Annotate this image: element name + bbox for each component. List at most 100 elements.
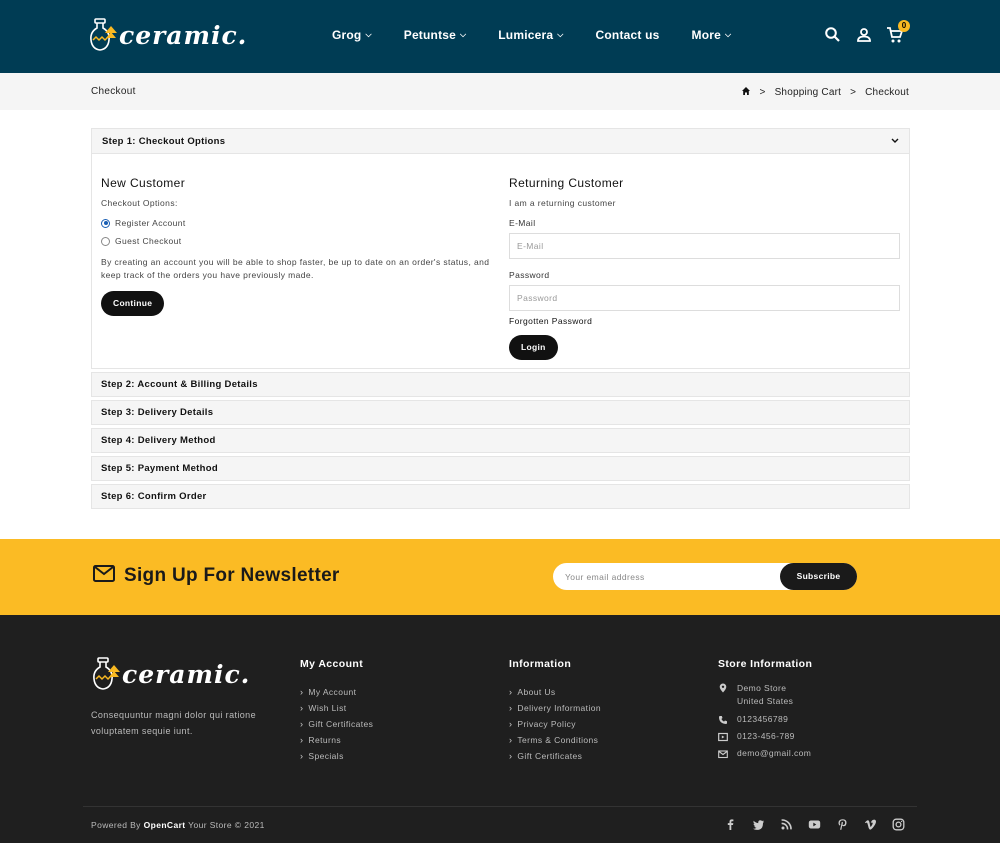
header-icons: 0 bbox=[824, 20, 917, 44]
new-customer-heading: New Customer bbox=[101, 176, 186, 190]
vase-logo-icon bbox=[93, 657, 120, 690]
step-5-header[interactable]: Step 5: Payment Method bbox=[91, 456, 910, 481]
password-label: Password bbox=[509, 270, 550, 280]
checkout-accordion: Step 1: Checkout Options New Customer Ch… bbox=[91, 128, 910, 509]
nav-item-grog[interactable]: Grog ⌵ bbox=[332, 28, 372, 42]
breadcrumb-link-checkout[interactable]: Checkout bbox=[865, 87, 909, 98]
forgotten-password-link[interactable]: Forgotten Password bbox=[509, 316, 901, 326]
logo-text: ceramic. bbox=[119, 20, 248, 50]
new-customer-description: By creating an account you will be able … bbox=[101, 257, 490, 280]
subscribe-button[interactable]: Subscribe bbox=[780, 563, 857, 590]
cart-icon[interactable]: 0 bbox=[886, 20, 910, 44]
breadcrumb: > Shopping Cart > Checkout bbox=[741, 86, 909, 99]
instagram-icon[interactable] bbox=[892, 818, 905, 831]
footer-my-account: My Account › My Account › Wish List › Gift … bbox=[300, 658, 373, 764]
login-button[interactable]: Login bbox=[509, 335, 558, 360]
social-links bbox=[724, 818, 920, 831]
nav-item-petuntse[interactable]: Petuntse ⌵ bbox=[404, 28, 467, 42]
nav-item-more[interactable]: More ⌵ bbox=[692, 28, 732, 42]
home-icon[interactable] bbox=[741, 86, 751, 99]
user-icon[interactable] bbox=[855, 26, 873, 44]
fax-icon bbox=[718, 732, 728, 742]
chevron-right-icon: › bbox=[300, 703, 304, 713]
page-title: Checkout bbox=[91, 86, 136, 97]
powered-suffix: Your Store © 2021 bbox=[188, 820, 265, 830]
email-address[interactable]: demo@gmail.com bbox=[737, 748, 811, 758]
breadcrumb-link-shopping-cart[interactable]: Shopping Cart bbox=[775, 87, 842, 98]
footer-link[interactable]: › Privacy Policy bbox=[509, 716, 601, 732]
store-fax: 0123-456-789 bbox=[718, 731, 812, 742]
store-country: United States bbox=[737, 696, 794, 706]
nav-item-contact[interactable]: Contact us bbox=[596, 28, 660, 42]
pinterest-icon[interactable] bbox=[836, 818, 849, 831]
register-radio[interactable] bbox=[101, 218, 110, 228]
footer-link[interactable]: › Delivery Information bbox=[509, 700, 601, 716]
nav-label: Contact us bbox=[595, 28, 660, 42]
newsletter-title: Sign Up For Newsletter bbox=[93, 565, 340, 587]
footer-link-label: My Account bbox=[308, 687, 357, 697]
phone-icon bbox=[718, 715, 728, 725]
chevron-right-icon: › bbox=[300, 687, 304, 697]
facebook-icon[interactable] bbox=[724, 818, 737, 831]
footer-link[interactable]: › Returns bbox=[300, 732, 373, 748]
store-address: Demo Store United States bbox=[718, 682, 812, 708]
mail-icon bbox=[718, 749, 728, 759]
guest-label: Guest Checkout bbox=[115, 236, 182, 246]
register-label: Register Account bbox=[115, 218, 186, 228]
phone-number[interactable]: 0123456789 bbox=[737, 714, 788, 724]
newsletter-section: Sign Up For Newsletter Subscribe bbox=[0, 539, 1000, 615]
rss-icon[interactable] bbox=[780, 818, 793, 831]
footer-divider bbox=[83, 806, 917, 807]
store-email: demo@gmail.com bbox=[718, 748, 812, 759]
footer-heading: Information bbox=[509, 658, 572, 670]
nav-label: Petuntse bbox=[403, 28, 457, 42]
step-1-header[interactable]: Step 1: Checkout Options bbox=[92, 129, 909, 154]
step-2-header[interactable]: Step 2: Account & Billing Details bbox=[91, 372, 910, 397]
newsletter-email-input[interactable] bbox=[565, 563, 775, 590]
nav-item-lumicera[interactable]: Lumicera ⌵ bbox=[498, 28, 563, 42]
footer-link[interactable]: › Gift Certificates bbox=[509, 748, 601, 764]
chevron-right-icon: › bbox=[300, 719, 304, 729]
password-field[interactable] bbox=[509, 285, 900, 311]
email-field[interactable] bbox=[509, 233, 900, 259]
footer-logo[interactable]: ceramic. bbox=[92, 657, 250, 691]
footer-link[interactable]: › Wish List bbox=[300, 700, 373, 716]
step-1-panel: Step 1: Checkout Options New Customer Ch… bbox=[91, 128, 910, 369]
chevron-down-icon bbox=[891, 136, 899, 147]
footer-logo-text: ceramic. bbox=[122, 659, 251, 689]
step-3-header[interactable]: Step 3: Delivery Details bbox=[91, 400, 910, 425]
new-customer-section: New Customer Checkout Options: Register … bbox=[101, 176, 491, 316]
chevron-down-icon: ⌵ bbox=[365, 30, 372, 39]
guest-radio[interactable] bbox=[101, 236, 110, 246]
footer-link-label: Gift Certificates bbox=[517, 751, 583, 761]
youtube-icon[interactable] bbox=[808, 818, 821, 831]
site-footer: ceramic. Consequuntur magni dolor qui ra… bbox=[0, 615, 1000, 843]
footer-link-label: Gift Certificates bbox=[308, 719, 374, 729]
step-4-header[interactable]: Step 4: Delivery Method bbox=[91, 428, 910, 453]
footer-link[interactable]: › Terms & Conditions bbox=[509, 732, 601, 748]
envelope-icon bbox=[93, 565, 115, 587]
search-icon[interactable] bbox=[824, 26, 842, 44]
footer-link-label: Wish List bbox=[308, 703, 347, 713]
step-1-body: New Customer Checkout Options: Register … bbox=[92, 154, 909, 368]
twitter-icon[interactable] bbox=[752, 818, 765, 831]
location-pin-icon bbox=[718, 683, 728, 693]
main-nav: Grog ⌵ Petuntse ⌵ Lumicera ⌵ Contact us Mor… bbox=[332, 28, 763, 42]
breadcrumb-separator: > bbox=[850, 87, 857, 98]
register-account-option[interactable]: Register Account bbox=[101, 218, 491, 228]
step-6-header[interactable]: Step 6: Confirm Order bbox=[91, 484, 910, 509]
footer-link[interactable]: › Specials bbox=[300, 748, 373, 764]
footer-link[interactable]: › Gift Certificates bbox=[300, 716, 373, 732]
footer-description: Consequuntur magni dolor qui ratione vol… bbox=[91, 710, 256, 736]
logo[interactable]: ceramic. bbox=[89, 18, 247, 52]
vimeo-icon[interactable] bbox=[864, 818, 877, 831]
guest-checkout-option[interactable]: Guest Checkout bbox=[101, 236, 491, 246]
footer-link[interactable]: › About Us bbox=[509, 684, 601, 700]
opencart-link[interactable]: OpenCart bbox=[144, 820, 186, 830]
newsletter-heading: Sign Up For Newsletter bbox=[124, 565, 340, 586]
footer-store-info: Store Information Demo Store United Stat… bbox=[718, 658, 812, 759]
footer-link[interactable]: › My Account bbox=[300, 684, 373, 700]
footer-information: Information › About Us › Delivery Informat… bbox=[509, 658, 601, 764]
chevron-down-icon: ⌵ bbox=[557, 30, 564, 39]
continue-button[interactable]: Continue bbox=[101, 291, 165, 316]
